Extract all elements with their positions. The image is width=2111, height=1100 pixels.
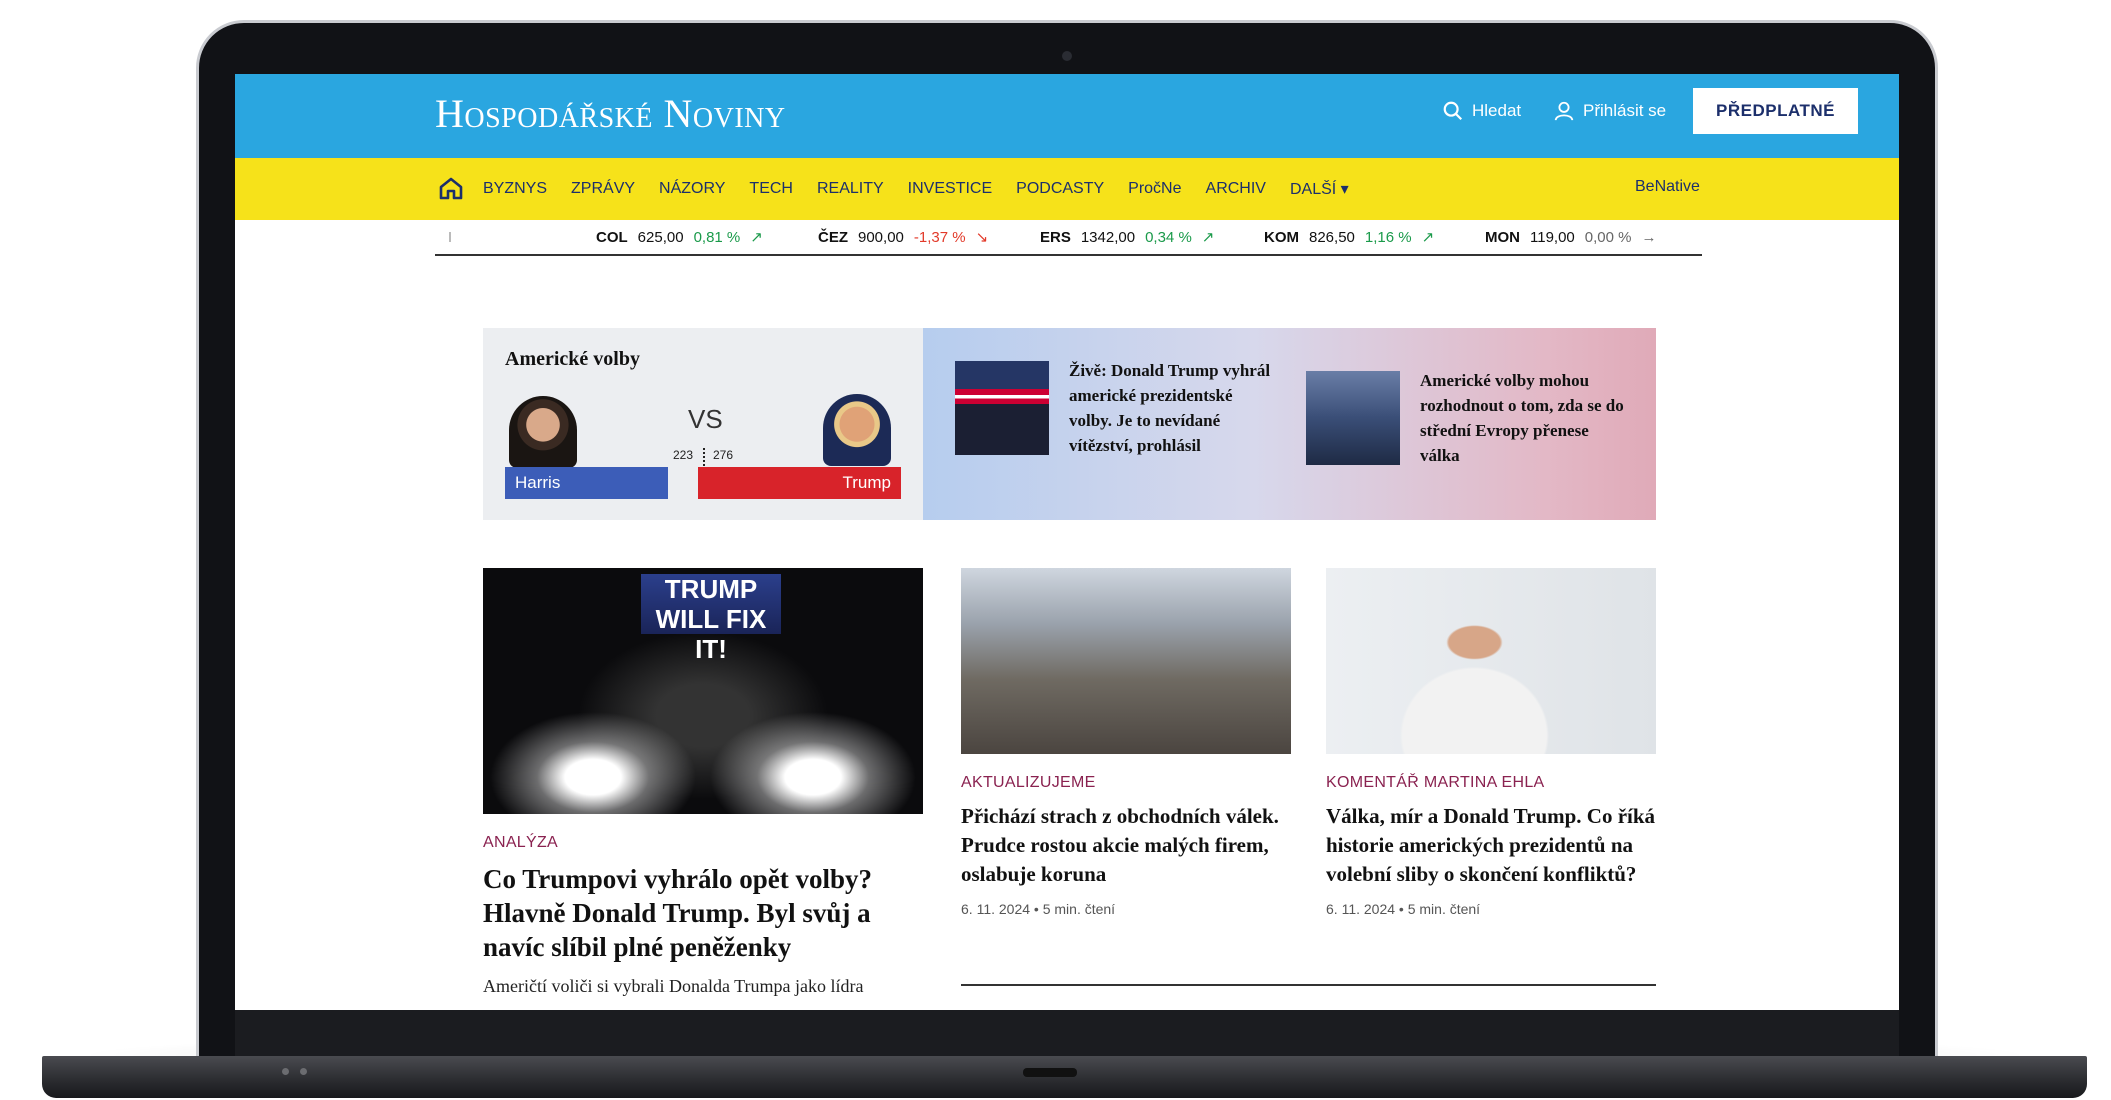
- ticker-change: 1,16 %: [1364, 228, 1412, 246]
- article-kicker: AKTUALIZUJEME: [961, 774, 1096, 791]
- user-icon: [1554, 101, 1574, 121]
- ticker-change: 0,34 %: [1145, 228, 1192, 246]
- arrow-up-icon: ↗: [750, 229, 763, 246]
- ticker-symbol: COL: [596, 228, 628, 246]
- story-thumbnail: [1306, 371, 1400, 465]
- laptop-led: [282, 1068, 289, 1075]
- article-lede: Američtí voliči si vybrali Donalda Trump…: [483, 976, 864, 996]
- trump-sign-text: TRUMP WILL FIX IT!: [641, 574, 781, 664]
- ticker-change: 0,00 %: [1584, 228, 1632, 246]
- ticker-item[interactable]: MON 119,00 0,00 % →: [1485, 229, 1656, 246]
- ticker-scroll-marker: [449, 232, 471, 242]
- article-kicker: ANALÝZA: [483, 834, 559, 851]
- nav-item-archiv[interactable]: ARCHIV: [1206, 180, 1266, 198]
- ticker-symbol: MON: [1485, 228, 1520, 246]
- trump-photo: [823, 394, 891, 466]
- article-headline: Co Trumpovi vyhrálo opět volby? Hlavně D…: [483, 864, 873, 962]
- arrow-right-icon: →: [1641, 228, 1657, 246]
- election-stories: Živě: Donald Trump vyhrál americké prezi…: [923, 328, 1656, 520]
- ticker-item[interactable]: COL 625,00 0,81 % ↗: [596, 228, 763, 247]
- harris-electoral-votes: 223: [673, 448, 694, 462]
- election-widget: Americké volby VS 223 276 Harris Trump Ž…: [483, 328, 1656, 520]
- ticker-item[interactable]: ČEZ 900,00 -1,37 % ↘: [818, 228, 989, 247]
- main-nav: BYZNYS ZPRÁVY NÁZORY TECH REALITY INVEST…: [235, 158, 1899, 220]
- nav-item-zpravy[interactable]: ZPRÁVY: [571, 180, 635, 198]
- ticker-symbol: KOM: [1264, 228, 1299, 246]
- login-label: Přihlásit se: [1583, 101, 1667, 120]
- arrow-up-icon: ↗: [1421, 229, 1435, 246]
- vs-label: VS: [688, 404, 723, 434]
- ticker-change: -1,37 %: [913, 228, 966, 246]
- ticker-price: 900,00: [858, 228, 904, 246]
- nav-item-dalsi[interactable]: DALŠÍ ▾: [1290, 179, 1349, 199]
- article-card[interactable]: KOMENTÁŘ MARTINA EHLA Válka, mír a Donal…: [1326, 568, 1656, 917]
- harris-bar: Harris: [505, 467, 668, 499]
- ticker-item[interactable]: ERS 1342,00 0,34 % ↗: [1040, 228, 1215, 247]
- ticker-symbol: ERS: [1040, 228, 1071, 246]
- story-thumbnail: [955, 361, 1049, 455]
- camera-dot: [1062, 51, 1072, 61]
- nav-item-benative[interactable]: BeNative: [1635, 178, 1700, 196]
- nav-item-byznys[interactable]: BYZNYS: [483, 180, 547, 198]
- site-header: Hospodářské Noviny Hledat Přihlásit se P…: [235, 74, 1899, 158]
- article-headline: Přichází strach z obchodních válek. Prud…: [961, 804, 1279, 886]
- nav-item-tech[interactable]: TECH: [749, 180, 793, 198]
- site-logo[interactable]: Hospodářské Noviny: [435, 90, 786, 137]
- ticker-change: 0,81 %: [693, 228, 741, 246]
- election-title: Americké volby: [505, 348, 640, 370]
- story-headline: Živě: Donald Trump vyhrál americké prezi…: [1069, 361, 1271, 455]
- section-divider: [961, 984, 1656, 986]
- ticker-item[interactable]: KOM 826,50 1,16 % ↗: [1264, 228, 1435, 247]
- election-results[interactable]: Americké volby VS 223 276 Harris Trump: [483, 328, 923, 520]
- nav-item-nazory[interactable]: NÁZORY: [659, 180, 725, 198]
- ticker-price: 826,50: [1309, 228, 1355, 246]
- ticker-price: 119,00: [1530, 228, 1575, 246]
- trump-electoral-votes: 276: [713, 448, 734, 462]
- article-meta: 6. 11. 2024 • 5 min. čtení: [1326, 901, 1481, 917]
- subscribe-button[interactable]: PŘEDPLATNÉ: [1693, 88, 1858, 134]
- harris-photo: [509, 396, 577, 468]
- laptop-base-notch: [1023, 1068, 1077, 1077]
- article-headline: Válka, mír a Donald Trump. Co říká histo…: [1326, 804, 1656, 886]
- nav-item-podcasty[interactable]: PODCASTY: [1016, 180, 1104, 198]
- search-button[interactable]: Hledat: [1442, 100, 1521, 122]
- article-image: [1326, 568, 1656, 754]
- laptop-led: [300, 1068, 307, 1075]
- election-story[interactable]: Americké volby mohou rozhodnout o tom, z…: [1306, 368, 1626, 468]
- article-image: [961, 568, 1291, 754]
- arrow-up-icon: ↗: [1201, 229, 1215, 246]
- trump-bar: Trump: [698, 467, 901, 499]
- article-kicker: KOMENTÁŘ MARTINA EHLA: [1326, 774, 1545, 791]
- stock-ticker: COL 625,00 0,81 % ↗ ČEZ 900,00 -1,37 % ↘…: [435, 220, 1702, 256]
- arrow-down-icon: ↘: [975, 229, 989, 246]
- search-label: Hledat: [1472, 101, 1522, 120]
- nav-items: BYZNYS ZPRÁVY NÁZORY TECH REALITY INVEST…: [483, 158, 1349, 220]
- nav-item-reality[interactable]: REALITY: [817, 180, 884, 198]
- article-meta: 6. 11. 2024 • 5 min. čtení: [961, 901, 1116, 917]
- ticker-price: 1342,00: [1080, 228, 1136, 246]
- ticker-price: 625,00: [637, 228, 684, 246]
- story-headline: Americké volby mohou rozhodnout o tom, z…: [1420, 371, 1624, 465]
- article-image: TRUMP WILL FIX IT!: [483, 568, 923, 814]
- browser-screen: Hospodářské Noviny Hledat Přihlásit se P…: [235, 74, 1899, 1010]
- home-icon[interactable]: [438, 176, 464, 200]
- laptop-base: [42, 1056, 2087, 1098]
- article-card[interactable]: AKTUALIZUJEME Přichází strach z obchodní…: [961, 568, 1291, 917]
- login-button[interactable]: Přihlásit se: [1553, 100, 1666, 122]
- article-card-main[interactable]: TRUMP WILL FIX IT! ANALÝZA Co Trumpovi v…: [483, 568, 923, 997]
- screen-bottom-edge: [235, 1010, 1899, 1056]
- nav-item-procne[interactable]: PročNe: [1128, 180, 1181, 198]
- search-icon: [1443, 101, 1463, 121]
- election-story[interactable]: Živě: Donald Trump vyhrál americké prezi…: [955, 358, 1275, 458]
- nav-item-investice[interactable]: INVESTICE: [908, 180, 992, 198]
- ticker-symbol: ČEZ: [818, 228, 848, 246]
